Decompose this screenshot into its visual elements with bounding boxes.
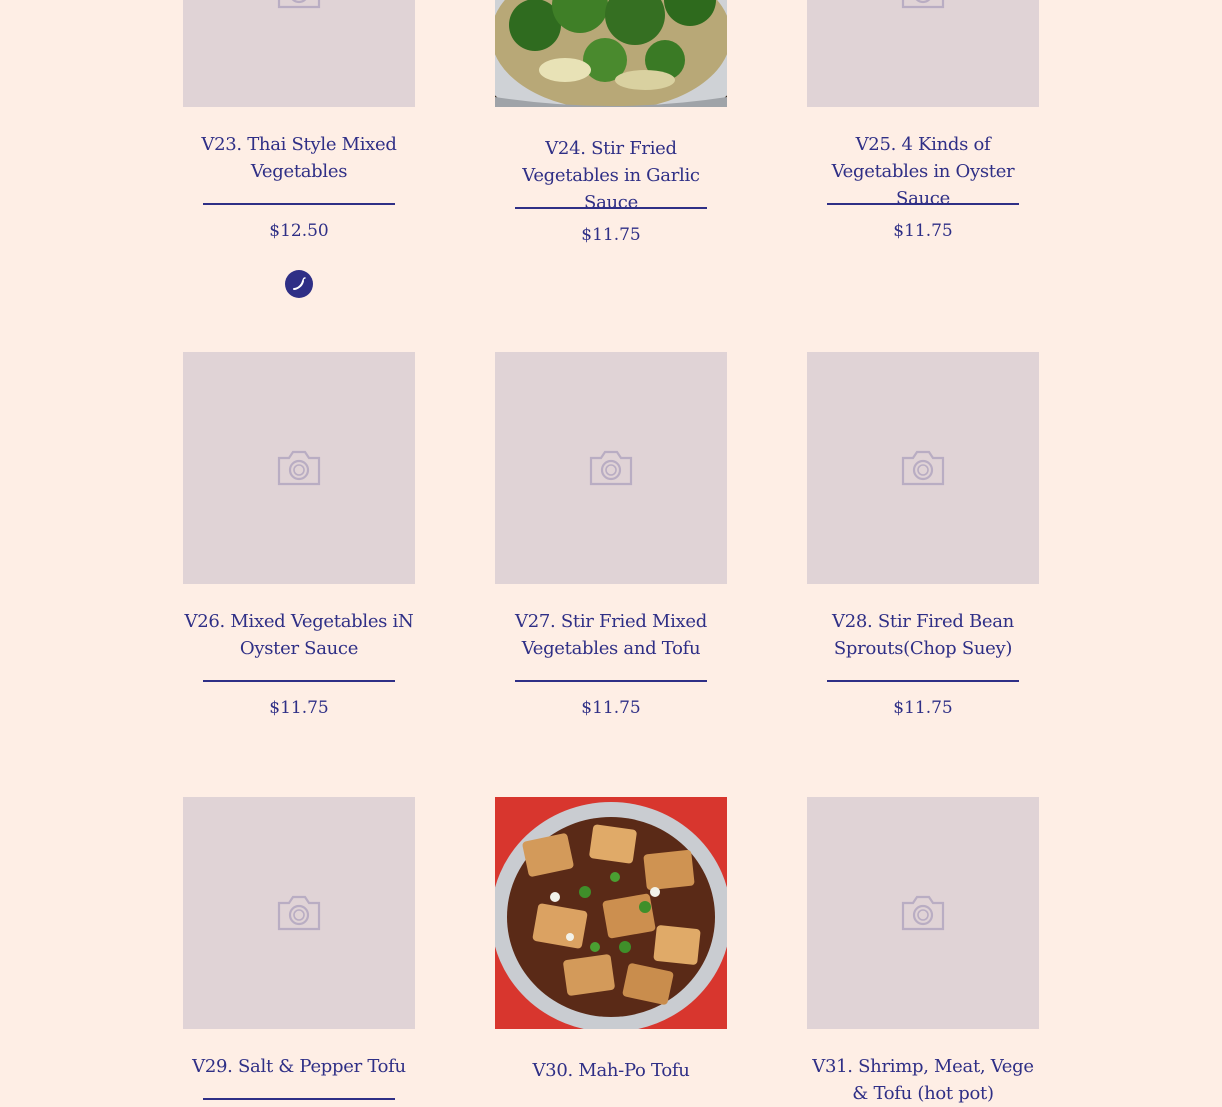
camera-placeholder-icon xyxy=(277,0,321,9)
broccoli-photo-image xyxy=(495,0,727,107)
item-price: $11.75 xyxy=(269,698,329,718)
dish-photo-broccoli[interactable] xyxy=(495,0,727,107)
dish-photo-mapo-tofu[interactable] xyxy=(495,797,727,1029)
dish-image-placeholder[interactable] xyxy=(807,0,1039,107)
item-title: V25. 4 Kinds of Vegetables in Oyster Sau… xyxy=(831,134,1015,209)
item-title: V27. Stir Fried Mixed Vegetables and Tof… xyxy=(515,611,707,659)
chili-pepper-icon xyxy=(293,277,306,290)
item-title: V24. Stir Fried Vegetables in Garlic Sau… xyxy=(522,138,700,213)
dish-image-placeholder[interactable] xyxy=(807,797,1039,1029)
item-title: V23. Thai Style Mixed Vegetables xyxy=(201,134,397,182)
camera-placeholder-icon xyxy=(901,0,945,9)
camera-placeholder-icon xyxy=(589,450,633,486)
dish-image-placeholder[interactable] xyxy=(495,352,727,584)
spicy-badge xyxy=(285,270,313,298)
item-price: $11.75 xyxy=(893,698,953,718)
item-title: V30. Mah-Po Tofu xyxy=(532,1060,690,1081)
divider xyxy=(515,207,707,209)
dish-image-placeholder[interactable] xyxy=(183,797,415,1029)
camera-placeholder-icon xyxy=(901,895,945,931)
item-title: V28. Stir Fired Bean Sprouts(Chop Suey) xyxy=(832,611,1014,659)
dish-image-placeholder[interactable] xyxy=(807,352,1039,584)
divider xyxy=(515,680,707,682)
item-price: $11.75 xyxy=(893,221,953,241)
item-price: $12.50 xyxy=(269,221,329,241)
mapo-tofu-photo-image xyxy=(495,797,727,1029)
item-price: $11.75 xyxy=(581,225,641,245)
item-price: $11.75 xyxy=(581,698,641,718)
item-title: V31. Shrimp, Meat, Vege & Tofu (hot pot) xyxy=(812,1056,1034,1104)
divider xyxy=(203,203,395,205)
divider xyxy=(827,680,1019,682)
divider xyxy=(827,203,1019,205)
item-title: V29. Salt & Pepper Tofu xyxy=(192,1056,406,1077)
item-title: V26. Mixed Vegetables iN Oyster Sauce xyxy=(184,611,414,659)
camera-placeholder-icon xyxy=(277,895,321,931)
camera-placeholder-icon xyxy=(277,450,321,486)
dish-image-placeholder[interactable] xyxy=(183,0,415,107)
dish-image-placeholder[interactable] xyxy=(183,352,415,584)
divider xyxy=(203,680,395,682)
camera-placeholder-icon xyxy=(901,450,945,486)
